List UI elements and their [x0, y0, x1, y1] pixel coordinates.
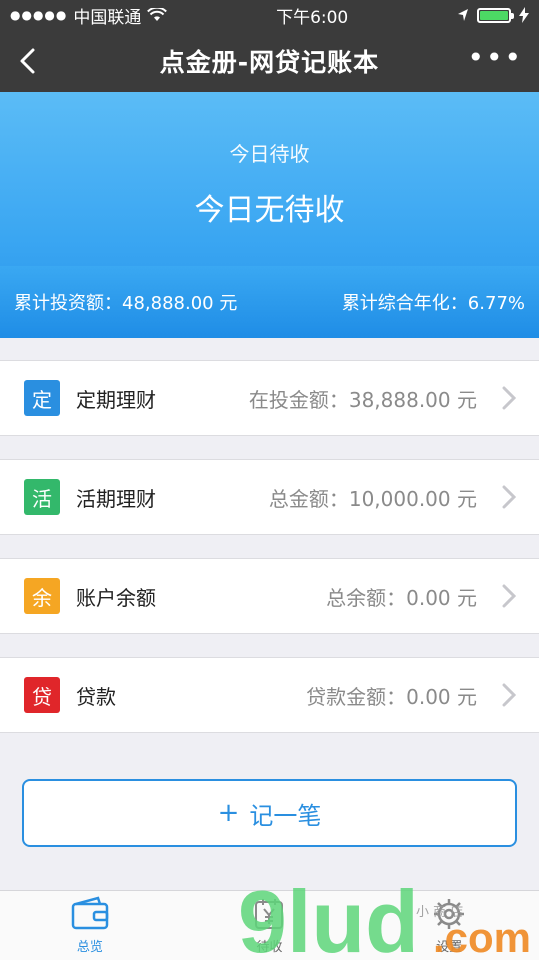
demand-badge: 活: [24, 479, 60, 515]
tab-label: 待收: [256, 940, 283, 955]
card-balance[interactable]: 余 账户余额 总余额：0.00 元: [0, 558, 539, 634]
card-demand[interactable]: 活 活期理财 总金额：10,000.00 元: [0, 459, 539, 535]
chevron-right-icon: [502, 485, 517, 509]
chevron-right-icon: [502, 386, 517, 410]
tab-receivable[interactable]: 待收: [219, 896, 319, 955]
page-title: 点金册-网贷记账本: [159, 48, 380, 77]
card-loan[interactable]: 贷 贷款 贷款金额：0.00 元: [0, 657, 539, 733]
location-icon: [457, 9, 468, 21]
fixed-term-badge: 定: [24, 380, 60, 416]
annualized-return: 累计综合年化：6.77%: [341, 293, 525, 314]
plus-icon: +: [217, 798, 240, 828]
add-record-button[interactable]: + 记一笔: [22, 779, 517, 847]
tab-label: 总览: [76, 940, 103, 955]
status-time: 下午6:00: [276, 7, 349, 28]
card-title: 定期理财: [76, 387, 156, 412]
yen-calendar-icon: [255, 899, 284, 929]
nav-bar: 点金册-网贷记账本 •••: [0, 30, 539, 92]
more-icon[interactable]: •••: [467, 44, 523, 72]
tab-bar: 总览 待收 设置: [0, 890, 539, 960]
battery-icon: [476, 7, 514, 23]
card-amount: 总金额：10,000.00 元: [268, 486, 477, 511]
hero-stats: 累计投资额：48,888.00 元 累计综合年化：6.77%: [0, 266, 539, 338]
card-title: 账户余额: [76, 585, 156, 610]
back-icon[interactable]: [14, 46, 44, 76]
status-left: ●●●●● 中国联通: [10, 3, 168, 28]
summary-hero: 今日待收 今日无待收 累计投资额：48,888.00 元 累计综合年化：6.77…: [0, 92, 539, 338]
wifi-icon: [147, 8, 168, 21]
chevron-right-icon: [502, 683, 517, 707]
card-amount: 贷款金额：0.00 元: [306, 684, 477, 709]
signal-icon: ●●●●●: [10, 8, 68, 22]
add-record-label: 记一笔: [249, 801, 322, 830]
status-right: [457, 7, 529, 23]
wallet-icon: [71, 896, 109, 930]
card-title: 贷款: [76, 684, 116, 709]
status-bar: ●●●●● 中国联通 下午6:00: [0, 0, 539, 30]
tab-settings[interactable]: 设置: [399, 896, 499, 955]
card-fixed-term[interactable]: 定 定期理财 在投金额：38,888.00 元: [0, 360, 539, 436]
chevron-right-icon: [502, 584, 517, 608]
tab-overview[interactable]: 总览: [40, 896, 140, 955]
carrier-label: 中国联通: [73, 7, 142, 28]
card-amount: 在投金额：38,888.00 元: [248, 387, 477, 412]
card-amount: 总余额：0.00 元: [326, 585, 477, 610]
charging-icon: [518, 7, 529, 23]
total-investment: 累计投资额：48,888.00 元: [14, 293, 238, 314]
today-receivable-value: 今日无待收: [194, 193, 345, 228]
card-title: 活期理财: [76, 486, 156, 511]
today-receivable-label: 今日待收: [229, 142, 310, 166]
balance-badge: 余: [24, 578, 60, 614]
tab-label: 设置: [436, 940, 463, 955]
loan-badge: 贷: [24, 677, 60, 713]
gear-icon: [434, 899, 465, 929]
